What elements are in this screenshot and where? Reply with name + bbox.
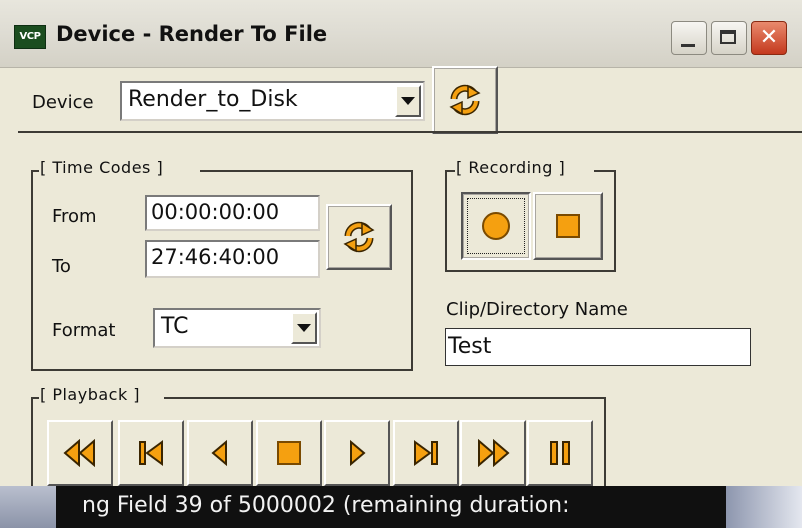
play-button[interactable] [324, 420, 390, 486]
stop-icon [556, 214, 580, 238]
to-label: To [52, 256, 71, 277]
group-border [200, 170, 413, 172]
recording-title: [ Recording ] [456, 158, 566, 177]
skip-start-button[interactable] [118, 420, 184, 486]
stop-icon [277, 441, 301, 465]
section-divider [18, 131, 802, 133]
from-timecode-input[interactable]: 00:00:00:00 [145, 195, 320, 231]
close-icon: ✕ [759, 25, 779, 50]
to-timecode-input[interactable]: 27:46:40:00 [145, 240, 320, 278]
device-dropdown-button[interactable] [395, 85, 421, 117]
status-bar: ng Field 39 of 5000002 (remaining durati… [0, 486, 802, 528]
fast-rewind-icon [63, 439, 95, 467]
maximize-button[interactable] [711, 21, 747, 55]
format-select-value: TC [161, 314, 189, 339]
fast-forward-button[interactable] [460, 420, 526, 486]
group-border [445, 170, 455, 172]
status-right-panel [726, 486, 802, 528]
format-select[interactable]: TC [153, 308, 321, 348]
device-label: Device [32, 92, 94, 113]
timecode-refresh-button[interactable] [326, 204, 392, 270]
device-select[interactable]: Render_to_Disk [120, 81, 425, 121]
format-dropdown-button[interactable] [291, 312, 317, 344]
status-left-panel [0, 486, 56, 528]
chevron-down-icon [401, 97, 415, 105]
record-stop-button[interactable] [533, 192, 603, 260]
refresh-icon [343, 221, 375, 253]
status-message-panel: ng Field 39 of 5000002 (remaining durati… [56, 486, 726, 528]
clip-directory-label: Clip/Directory Name [446, 299, 628, 320]
window-title: Device - Render To File [56, 22, 328, 46]
minimize-icon [681, 44, 695, 47]
skip-start-icon [139, 440, 163, 466]
record-stop-face [535, 194, 601, 258]
skip-end-icon [414, 440, 438, 466]
close-button[interactable]: ✕ [751, 21, 787, 55]
play-icon [350, 439, 366, 467]
record-face [463, 194, 529, 258]
render-to-file-window: VCP Device - Render To File ✕ Device Ren… [0, 0, 802, 528]
title-bar[interactable]: VCP Device - Render To File ✕ [0, 0, 802, 68]
group-border [31, 397, 39, 399]
fast-rewind-button[interactable] [47, 420, 113, 486]
app-icon: VCP [14, 25, 46, 49]
pause-icon [550, 441, 570, 465]
clip-directory-input[interactable]: Test [445, 328, 751, 366]
playback-title: [ Playback ] [40, 385, 141, 404]
playback-stop-button[interactable] [256, 420, 322, 486]
device-refresh-face [434, 68, 496, 132]
fast-forward-icon [478, 439, 510, 467]
step-back-icon [211, 439, 227, 467]
refresh-icon [449, 84, 481, 116]
timecode-refresh-face [328, 206, 390, 268]
time-codes-title: [ Time Codes ] [40, 158, 164, 177]
group-border [594, 170, 616, 172]
device-select-value: Render_to_Disk [128, 87, 298, 112]
maximize-icon [720, 30, 736, 44]
skip-end-button[interactable] [393, 420, 459, 486]
minimize-button[interactable] [671, 21, 707, 55]
record-icon [482, 212, 510, 240]
from-label: From [52, 206, 97, 227]
status-message: ng Field 39 of 5000002 (remaining durati… [82, 493, 570, 518]
group-border [31, 170, 39, 172]
format-label: Format [52, 320, 116, 341]
device-refresh-button[interactable] [432, 66, 498, 134]
pause-button[interactable] [527, 420, 593, 486]
group-border [164, 397, 606, 399]
chevron-down-icon [297, 324, 311, 332]
step-back-button[interactable] [187, 420, 253, 486]
record-button[interactable] [461, 192, 531, 260]
